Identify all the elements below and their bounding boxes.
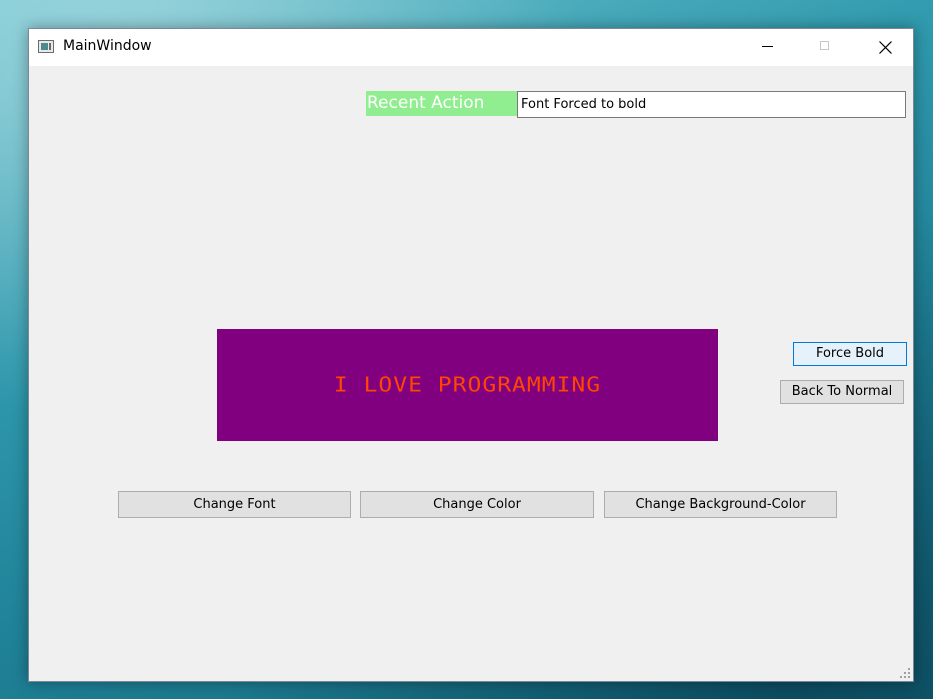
window-title: MainWindow — [63, 38, 152, 54]
force-bold-button[interactable]: Force Bold — [793, 342, 907, 366]
maximize-icon — [820, 41, 829, 50]
change-font-button[interactable]: Change Font — [118, 491, 351, 518]
recent-action-label: Recent Action — [366, 91, 517, 116]
maximize-button[interactable] — [796, 29, 854, 66]
resize-grip-icon[interactable] — [900, 668, 910, 678]
app-window-icon — [38, 40, 54, 53]
change-color-button[interactable]: Change Color — [360, 491, 594, 518]
minimize-icon — [762, 46, 773, 47]
close-icon — [879, 41, 892, 54]
minimize-button[interactable] — [738, 29, 796, 66]
banner-text: I LOVE PROGRAMMING — [333, 373, 602, 397]
programming-banner: I LOVE PROGRAMMING — [217, 329, 718, 441]
main-window: MainWindow Recent Action Font Forced to … — [28, 28, 914, 682]
desktop-background: MainWindow Recent Action Font Forced to … — [0, 0, 933, 699]
change-background-color-button[interactable]: Change Background-Color — [604, 491, 837, 518]
close-button[interactable] — [856, 29, 914, 66]
back-to-normal-button[interactable]: Back To Normal — [780, 380, 904, 404]
recent-action-field[interactable]: Font Forced to bold — [517, 91, 906, 118]
title-bar[interactable]: MainWindow — [29, 29, 913, 66]
